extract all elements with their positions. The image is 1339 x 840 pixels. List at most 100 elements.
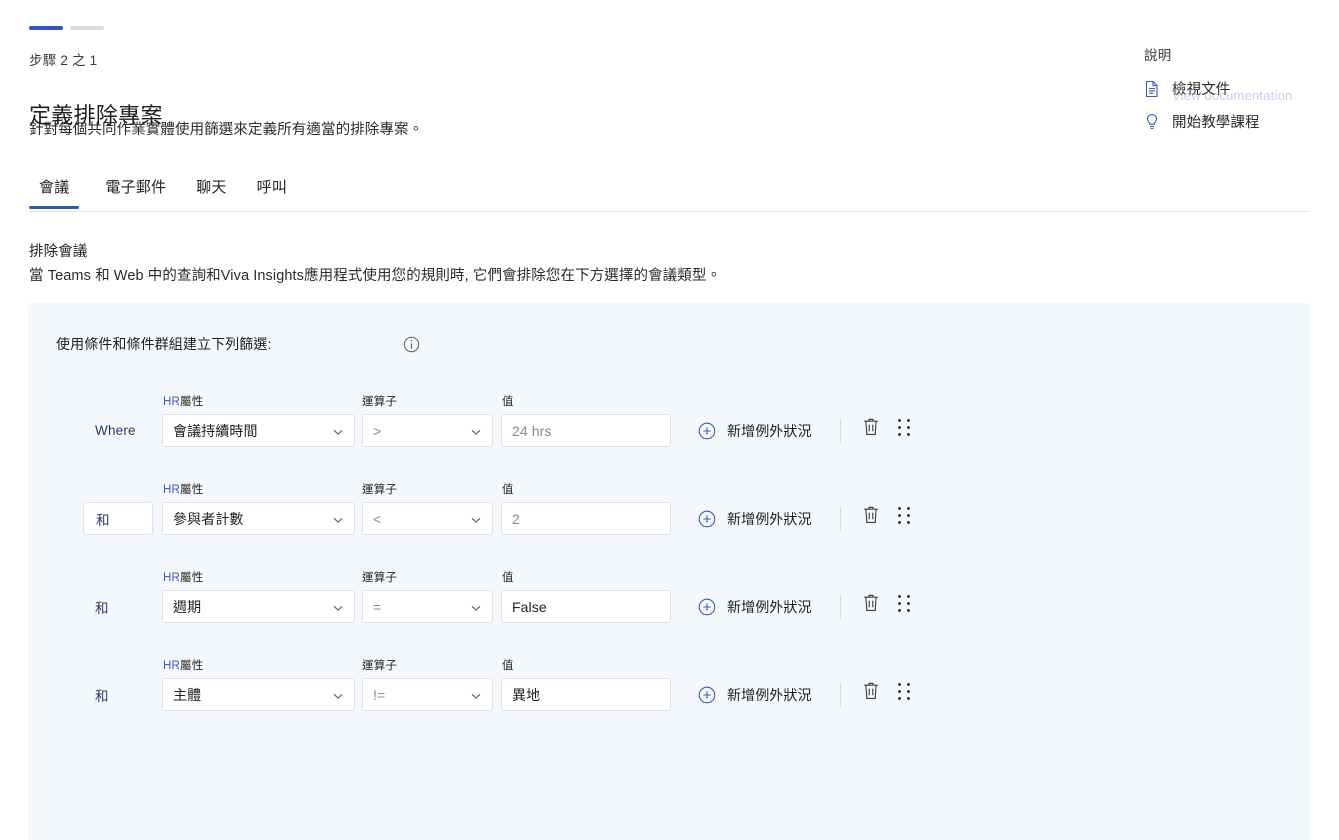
value-input[interactable]: False [501,590,671,623]
progress-segment-2 [70,26,104,30]
help-link-start-tutorial[interactable]: 開始教學課程 [1144,111,1339,132]
drag-handle-icon[interactable] [898,507,914,525]
column-label-operator: 運算子 [362,396,398,408]
tab-email[interactable]: 電子郵件 [105,170,166,209]
attribute-word: 屬性 [180,484,204,496]
filter-builder-panel: 使用條件和條件群組建立下列篩選: HR屬性 運算子 值 Where 會議持續時間 [28,303,1310,840]
filter-row: HR屬性 運算子 值 和 週期 = False 新增例外狀況 [28,557,1310,645]
chevron-down-icon [470,689,482,701]
attribute-value: 週期 [173,598,202,615]
drag-handle-icon[interactable] [898,683,914,701]
tab-chat[interactable]: 聊天 [196,170,226,209]
plus-circle-icon [698,510,716,528]
progress-segment-1 [29,26,63,30]
filter-row: HR屬性 運算子 值 和 主體 != 異地 新增例外狀況 [28,645,1310,733]
column-label-attribute: HR屬性 [163,657,203,673]
conjunction-selector[interactable]: 和 [83,502,153,535]
help-panel: 說明 檢視文件 View documentation 開始教學課程 [1144,44,1339,144]
chevron-down-icon [470,513,482,525]
attribute-dropdown[interactable]: 週期 [162,590,355,623]
add-exception-button[interactable]: 新增例外狀況 [698,414,812,447]
exclusion-setup-page: 步驟 2 之 1 定義排除專案 針對每個共同作業實體使用篩選來定義所有適當的排除… [0,0,1339,840]
column-label-operator: 運算子 [362,484,398,496]
chevron-down-icon [332,425,344,437]
attribute-word: 屬性 [180,660,204,672]
add-exception-label: 新增例外狀況 [727,686,812,703]
trash-icon[interactable] [861,592,881,614]
document-icon [1144,80,1160,98]
add-exception-button[interactable]: 新增例外狀況 [698,590,812,623]
help-link-label: 檢視文件 [1172,82,1231,98]
hr-prefix: HR [163,660,181,672]
add-exception-button[interactable]: 新增例外狀況 [698,678,812,711]
column-label-attribute: HR屬性 [163,481,203,497]
attribute-value: 參與者計數 [173,510,244,527]
plus-circle-icon [698,422,716,440]
help-link-label: 開始教學課程 [1172,115,1260,131]
operator-value: != [373,686,386,703]
drag-handle-icon[interactable] [898,595,914,613]
operator-dropdown[interactable]: = [362,590,493,623]
action-divider [840,507,841,531]
attribute-dropdown[interactable]: 會議持續時間 [162,414,355,447]
column-label-attribute: HR屬性 [163,393,203,409]
builder-lead-text: 使用條件和條件群組建立下列篩選: [56,336,272,352]
tab-calls[interactable]: 呼叫 [257,170,287,209]
value-input[interactable]: 24 hrs [501,414,671,447]
hr-prefix: HR [163,484,181,496]
attribute-dropdown[interactable]: 主體 [162,678,355,711]
value-text: 異地 [512,686,541,703]
value-text: 24 hrs [512,422,552,439]
page-subtitle: 針對每個共同作業實體使用篩選來定義所有適當的排除專案。 [29,122,424,138]
operator-value: = [373,598,382,615]
attribute-dropdown[interactable]: 參與者計數 [162,502,355,535]
tab-label: 電子郵件 [105,179,167,196]
value-text: False [512,598,547,615]
tab-meetings[interactable]: 會議 [28,170,80,209]
column-label-value: 值 [502,484,514,496]
attribute-value: 會議持續時間 [173,422,258,439]
operator-dropdown[interactable]: < [362,502,493,535]
trash-icon[interactable] [861,416,881,438]
section-title: 排除會議 [29,244,88,260]
chevron-down-icon [332,513,344,525]
operator-dropdown[interactable]: != [362,678,493,711]
hr-prefix: HR [163,396,181,408]
operator-value: < [373,510,382,527]
step-label: 步驟 2 之 1 [29,53,98,68]
plus-circle-icon [698,598,716,616]
filter-rows: HR屬性 運算子 值 Where 會議持續時間 > 24 hrs 新增例外狀況 … [28,381,1310,733]
value-input[interactable]: 2 [501,502,671,535]
drag-handle-icon[interactable] [898,419,914,437]
column-label-value: 值 [502,660,514,672]
action-divider [840,595,841,619]
conjunction-selector[interactable]: 和 [83,678,153,711]
help-link-view-documentation[interactable]: 檢視文件 View documentation [1144,78,1339,103]
info-icon[interactable] [403,336,420,353]
add-exception-button[interactable]: 新增例外狀況 [698,502,812,535]
value-text: 2 [512,510,520,527]
column-label-value: 值 [502,572,514,584]
chevron-down-icon [470,425,482,437]
column-label-value: 值 [502,396,514,408]
tab-label: 聊天 [196,179,227,196]
lightbulb-icon [1144,113,1160,131]
hr-prefix: HR [163,572,181,584]
operator-dropdown[interactable]: > [362,414,493,447]
plus-circle-icon [698,686,716,704]
action-divider [840,419,841,443]
conjunction-selector[interactable]: 和 [83,590,153,623]
attribute-value: 主體 [173,686,202,703]
entity-tabs: 會議 電子郵件 聊天 呼叫 [28,170,1310,212]
add-exception-label: 新增例外狀況 [727,598,812,615]
chevron-down-icon [470,601,482,613]
trash-icon[interactable] [861,504,881,526]
operator-value: > [373,422,382,439]
trash-icon[interactable] [861,680,881,702]
value-input[interactable]: 異地 [501,678,671,711]
progress-stepper [29,26,104,30]
column-label-attribute: HR屬性 [163,569,203,585]
section-description: 當 Teams 和 Web 中的查詢和Viva Insights應用程式使用您的… [29,268,722,284]
attribute-word: 屬性 [180,572,204,584]
tab-label: 會議 [39,179,70,196]
